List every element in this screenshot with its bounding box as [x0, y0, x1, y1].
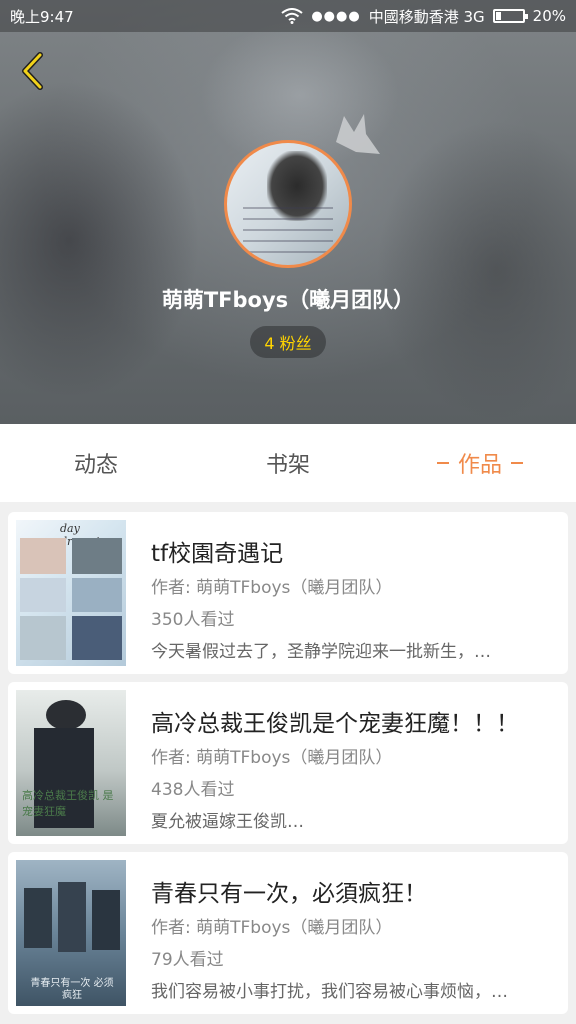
tab-label: 书架 — [265, 453, 310, 478]
cover-title: 高冷总裁王俊凯 是 宠妻狂魔 — [22, 789, 114, 818]
avatar-image — [224, 140, 352, 268]
work-author: 作者: 萌萌TFboys（曦月团队） — [151, 918, 393, 938]
work-info: 高冷总裁王俊凯是个宠妻狂魔！！！ 作者: 萌萌TFboys（曦月团队） 438人… — [151, 704, 556, 832]
work-title: tf校園奇遇记 — [151, 541, 284, 566]
work-title: 高冷总裁王俊凯是个宠妻狂魔！！！ — [151, 711, 519, 736]
works-list: day dreaming tf校園奇遇记 作者: 萌萌TFboys（曦月团队） … — [8, 512, 568, 1022]
work-title: 青春只有一次，必須疯狂！ — [151, 881, 427, 906]
avatar[interactable] — [224, 140, 352, 268]
status-time: 晚上9:47 — [10, 7, 74, 26]
tab-label: 动态 — [73, 453, 118, 478]
book-cover: day dreaming — [16, 520, 126, 666]
signal-dots: ●●●● — [311, 8, 361, 24]
cover-title: 青春只有一次 必须疯狂 — [30, 978, 114, 1001]
book-cover: 青春只有一次 必须疯狂 — [16, 860, 126, 1006]
tab-label: 作品 — [457, 453, 502, 478]
work-info: tf校園奇遇记 作者: 萌萌TFboys（曦月团队） 350人看过 今天暑假过去… — [151, 534, 556, 662]
book-cover: 高冷总裁王俊凯 是 宠妻狂魔 — [16, 690, 126, 836]
tab-works[interactable]: 作品 — [384, 424, 576, 502]
work-description: 今天暑假过去了，圣静学院迎来一批新生，… — [151, 642, 491, 662]
work-card[interactable]: 高冷总裁王俊凯 是 宠妻狂魔 高冷总裁王俊凯是个宠妻狂魔！！！ 作者: 萌萌TF… — [8, 682, 568, 844]
chevron-left-icon — [22, 52, 43, 90]
work-card[interactable]: 青春只有一次 必须疯狂 青春只有一次，必須疯狂！ 作者: 萌萌TFboys（曦月… — [8, 852, 568, 1014]
battery-percent: 20% — [532, 7, 566, 25]
profile-header: 晚上9:47 ●●●● 中國移動香港 3G 20% 萌萌TFboys（曦月团队）… — [0, 0, 576, 424]
back-button[interactable] — [12, 50, 52, 92]
work-info: 青春只有一次，必須疯狂！ 作者: 萌萌TFboys（曦月团队） 79人看过 我们… — [151, 874, 556, 1002]
tab-bookshelf[interactable]: 书架 — [192, 424, 384, 502]
work-views: 350人看过 — [151, 610, 235, 630]
work-card[interactable]: day dreaming tf校園奇遇记 作者: 萌萌TFboys（曦月团队） … — [8, 512, 568, 674]
tab-activity[interactable]: 动态 — [0, 424, 192, 502]
background-blur — [0, 80, 200, 400]
battery-icon — [492, 9, 528, 23]
user-name: 萌萌TFboys（曦月团队） — [161, 288, 415, 312]
profile-tabs: 动态 书架 作品 — [0, 424, 576, 502]
wifi-icon — [281, 8, 303, 24]
carrier-name: 中國移動香港 3G — [368, 7, 485, 26]
work-author: 作者: 萌萌TFboys（曦月团队） — [151, 748, 393, 768]
fans-count-badge[interactable]: 4 粉丝 — [250, 326, 326, 358]
work-views: 79人看过 — [151, 950, 224, 970]
work-author: 作者: 萌萌TFboys（曦月团队） — [151, 578, 393, 598]
tab-indicator — [511, 462, 523, 464]
tab-indicator — [436, 462, 449, 464]
status-bar: 晚上9:47 ●●●● 中國移動香港 3G 20% — [0, 0, 576, 32]
background-blur — [376, 120, 576, 420]
work-description: 我们容易被小事打扰，我们容易被心事烦恼，… — [151, 982, 508, 1002]
work-description: 夏允被逼嫁王俊凯… — [151, 812, 304, 832]
status-indicators: ●●●● 中國移動香港 3G 20% — [281, 6, 566, 27]
work-views: 438人看过 — [151, 780, 235, 800]
